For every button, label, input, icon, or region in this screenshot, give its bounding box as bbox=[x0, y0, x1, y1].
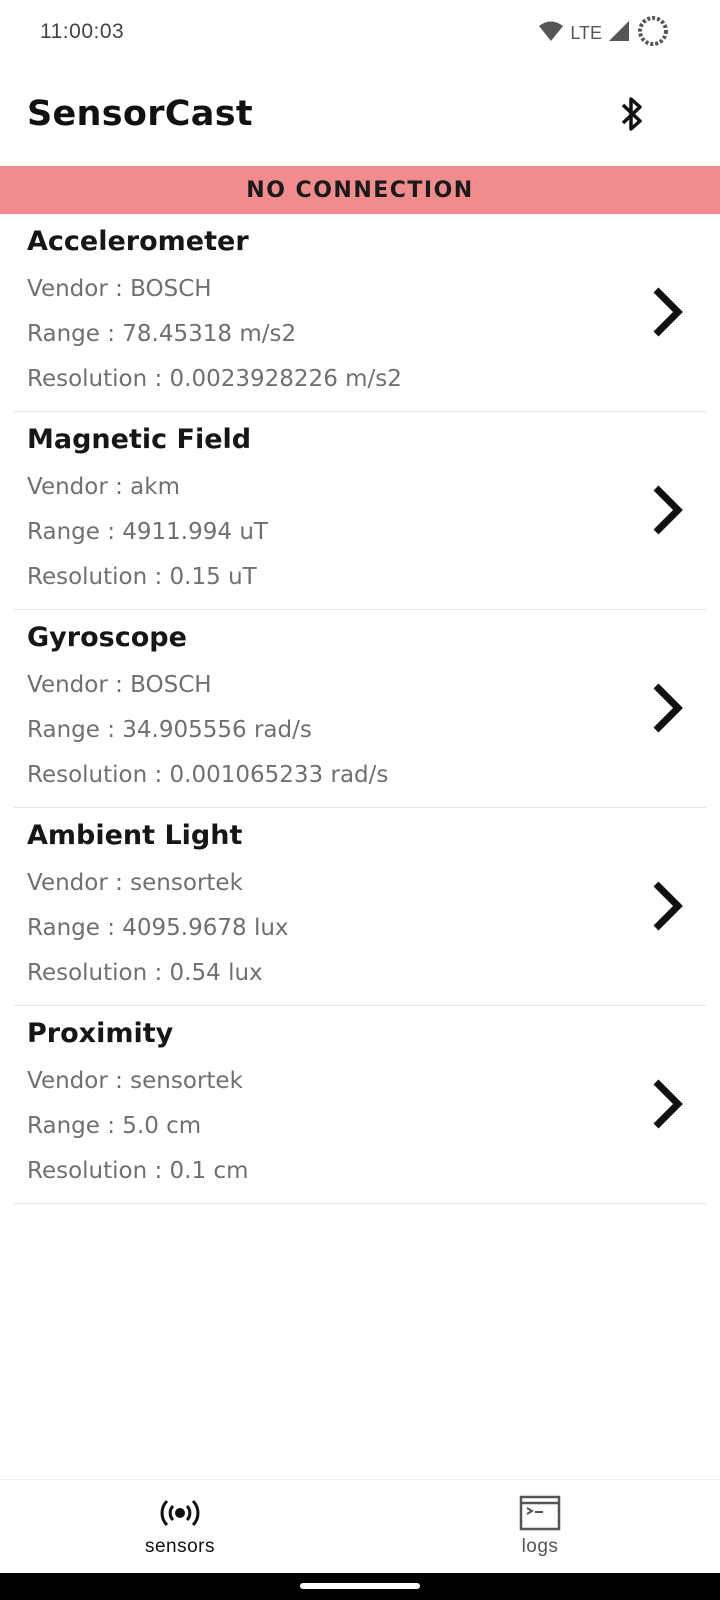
sensor-name: Magnetic Field bbox=[27, 424, 252, 455]
status-bar: 11:00:03 LTE bbox=[0, 0, 720, 66]
sensor-vendor: Vendor : BOSCH bbox=[27, 672, 212, 698]
home-gesture-handle[interactable] bbox=[300, 1583, 420, 1589]
sensor-item-proximity[interactable]: Proximity Vendor : sensortek Range : 5.0… bbox=[14, 1006, 706, 1204]
bottom-navigation: sensors logs bbox=[0, 1479, 720, 1573]
chevron-right-icon[interactable] bbox=[646, 480, 690, 540]
bluetooth-button[interactable] bbox=[612, 94, 652, 138]
sensor-item-magnetic-field[interactable]: Magnetic Field Vendor : akm Range : 4911… bbox=[14, 412, 706, 610]
sensor-item-ambient-light[interactable]: Ambient Light Vendor : sensortek Range :… bbox=[14, 808, 706, 1006]
status-icons: LTE bbox=[538, 16, 670, 50]
terminal-icon bbox=[516, 1494, 564, 1532]
chevron-right-icon[interactable] bbox=[646, 282, 690, 342]
sensor-resolution: Resolution : 0.1 cm bbox=[27, 1158, 249, 1184]
sensor-name: Gyroscope bbox=[27, 622, 187, 653]
nav-label: logs bbox=[521, 1536, 559, 1557]
sensor-range: Range : 34.905556 rad/s bbox=[27, 717, 312, 743]
sensor-resolution: Resolution : 0.15 uT bbox=[27, 564, 257, 590]
sensor-vendor: Vendor : akm bbox=[27, 474, 180, 500]
wifi-icon bbox=[538, 20, 564, 46]
bluetooth-icon bbox=[618, 94, 646, 138]
connection-status-text: NO CONNECTION bbox=[246, 177, 474, 203]
sensor-vendor: Vendor : sensortek bbox=[27, 1068, 243, 1094]
sensor-range: Range : 4095.9678 lux bbox=[27, 915, 289, 941]
network-type-label: LTE bbox=[570, 22, 602, 43]
sensor-name: Proximity bbox=[27, 1018, 174, 1049]
sensor-resolution: Resolution : 0.0023928226 m/s2 bbox=[27, 366, 402, 392]
sensor-range: Range : 4911.994 uT bbox=[27, 519, 268, 545]
battery-icon bbox=[636, 14, 670, 52]
nav-label: sensors bbox=[144, 1536, 216, 1557]
connection-status-banner: NO CONNECTION bbox=[0, 166, 720, 214]
nav-tab-logs[interactable]: logs bbox=[360, 1480, 720, 1574]
system-navigation-bar bbox=[0, 1573, 720, 1600]
sensor-range: Range : 5.0 cm bbox=[27, 1113, 202, 1139]
sensors-icon bbox=[156, 1494, 204, 1532]
chevron-right-icon[interactable] bbox=[646, 876, 690, 936]
sensor-vendor: Vendor : sensortek bbox=[27, 870, 243, 896]
sensor-name: Ambient Light bbox=[27, 820, 243, 851]
sensor-list: Accelerometer Vendor : BOSCH Range : 78.… bbox=[0, 214, 720, 1204]
sensor-item-gyroscope[interactable]: Gyroscope Vendor : BOSCH Range : 34.9055… bbox=[14, 610, 706, 808]
app-bar: SensorCast bbox=[0, 66, 720, 166]
chevron-right-icon[interactable] bbox=[646, 678, 690, 738]
chevron-right-icon[interactable] bbox=[646, 1074, 690, 1134]
status-time: 11:00:03 bbox=[40, 20, 125, 43]
sensor-item-accelerometer[interactable]: Accelerometer Vendor : BOSCH Range : 78.… bbox=[14, 214, 706, 412]
sensor-resolution: Resolution : 0.001065233 rad/s bbox=[27, 762, 389, 788]
nav-tab-sensors[interactable]: sensors bbox=[0, 1480, 360, 1574]
app-title: SensorCast bbox=[27, 94, 253, 134]
sensor-range: Range : 78.45318 m/s2 bbox=[27, 321, 297, 347]
sensor-resolution: Resolution : 0.54 lux bbox=[27, 960, 263, 986]
signal-icon bbox=[608, 20, 630, 46]
sensor-vendor: Vendor : BOSCH bbox=[27, 276, 212, 302]
sensor-name: Accelerometer bbox=[27, 226, 249, 257]
